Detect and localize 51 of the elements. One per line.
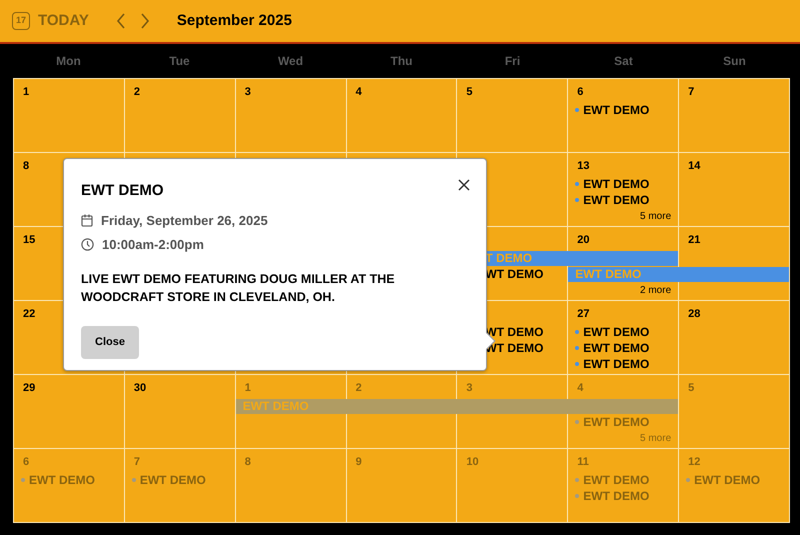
date-number: 20 [576,233,590,247]
date-number: 1 [22,85,30,99]
date-number: 27 [576,307,590,321]
date-number: 2 [132,85,140,99]
event-item[interactable]: EWT DEMO [568,102,650,118]
date-number: 22 [22,307,36,321]
date-number: 28 [687,307,700,321]
event-time: 10:00am-2:00pm [102,236,204,254]
date-number: 21 [687,233,700,247]
date-number: 15 [22,233,36,247]
event-item[interactable]: EWT DEMO [568,356,650,372]
date-number: 4 [354,85,362,99]
event-date: Friday, September 26, 2025 [101,212,268,230]
more-link[interactable]: 2 more [640,284,680,296]
date-number: 8 [22,159,30,173]
event-item[interactable]: EWT DEMO [568,176,650,192]
weekday-header: Mon [55,53,82,70]
date-number: 3 [244,85,251,99]
weekday-header: Sun [722,53,747,70]
weekday-header: Thu [390,53,414,70]
date-number: 11 [576,455,589,469]
date-number: 9 [354,455,362,469]
date-number: 7 [687,85,694,99]
date-number: 13 [576,159,590,173]
date-number: 10 [465,455,479,469]
date-number: 12 [687,455,700,469]
date-number: 29 [22,381,36,395]
date-number: 4 [576,381,584,395]
popup-title: EWT DEMO [81,182,164,200]
date-number: 2 [354,381,362,395]
date-number: 6 [576,85,584,99]
date-number: 3 [465,381,473,395]
date-number: 8 [244,455,251,469]
weekday-header: Wed [276,53,304,70]
date-number: 7 [132,455,140,469]
more-link[interactable]: 5 more [640,210,680,222]
event-item[interactable]: EWT DEMO [568,324,650,340]
event-description: LIVE EWT DEMO FEATURING DOUG MILLER AT THE WOODCRAFT STORE IN CLEVELAND, OH. [81,271,396,306]
event-item[interactable]: EWT DEMO [568,340,650,356]
weekday-header: Sat [613,53,634,70]
date-number: 5 [465,85,473,99]
weekday-header: Fri [504,53,522,70]
weekday-header: Tue [168,53,191,70]
date-number: 1 [244,381,251,395]
event-item[interactable]: EWT DEMO [568,192,650,208]
date-number: 6 [22,455,30,469]
date-number: 5 [687,381,694,395]
close-button[interactable]: Close [81,326,139,358]
date-number: 30 [132,381,146,395]
month-title: September 2025 [176,10,292,31]
date-number: 14 [687,159,700,173]
